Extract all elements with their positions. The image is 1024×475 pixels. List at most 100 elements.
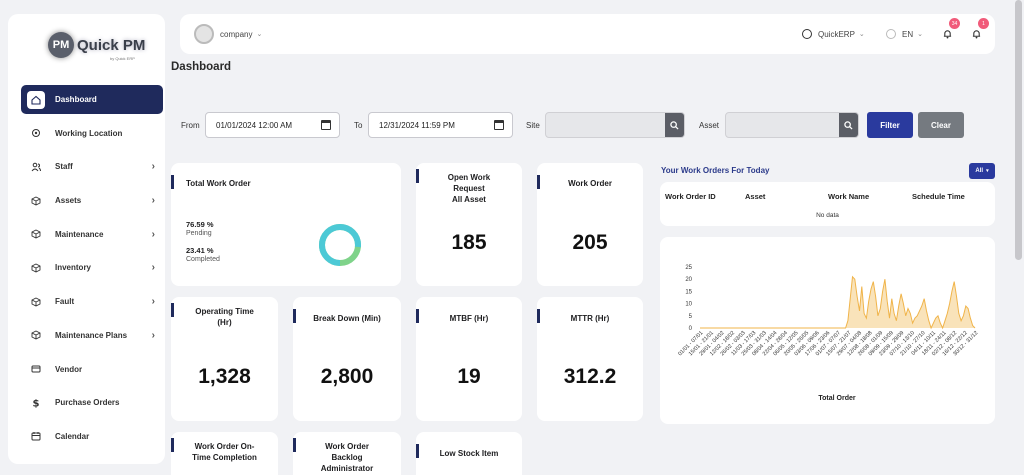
site-search-input[interactable] [545,112,685,138]
y-tick-label: 0 [689,326,693,332]
total-work-order-title: Total Work Order [186,179,251,188]
site-search-button[interactable] [665,113,684,137]
open-work-request-card: Open Work Request All Asset 185 [416,163,522,286]
operating-time-card: Operating Time (Hr) 1,328 [171,297,278,421]
sidebar-item-purchase-orders[interactable]: $ Purchase Orders [21,388,163,417]
home-icon [27,90,45,109]
chevron-down-icon: ⌄ [256,31,263,38]
asset-search-button[interactable] [839,113,858,137]
sidebar-item-fault[interactable]: Fault › [21,287,163,316]
clear-button[interactable]: Clear [918,112,964,138]
calendar-icon [494,120,504,130]
sidebar-item-label: Calendar [55,431,90,441]
page-scrollbar[interactable] [1015,0,1022,260]
logo-text: Quick PM [77,36,146,54]
chart-line-series [700,275,976,330]
title-line: Work Order On- [194,442,255,451]
low-stock-card: Low Stock Item [416,432,522,475]
y-tick-label: 25 [685,265,692,271]
asset-label: Asset [699,121,720,130]
sidebar-item-dashboard[interactable]: Dashboard [21,85,163,114]
alerts-button[interactable]: 1 [972,14,989,54]
erp-selector[interactable]: QuickERP ⌄ [802,14,865,54]
work-order-title: Work Order [568,179,612,188]
column-header: Asset [745,192,766,201]
cube-icon [29,295,43,309]
chevron-right-icon: › [151,195,155,207]
low-stock-title: Low Stock Item [439,449,499,458]
operating-time-title: Operating Time (Hr) [171,306,278,328]
sidebar-item-assets[interactable]: Assets › [21,186,163,215]
chevron-down-icon: ⌄ [858,31,865,38]
to-label: To [354,121,363,130]
title-line: All Asset [452,195,486,204]
notifications-button[interactable]: 34 [943,14,960,54]
chevron-down-icon: ⌄ [917,31,923,38]
cube-icon [29,261,43,275]
column-header: Work Name [828,192,870,201]
sidebar-nav: Dashboard Working Location Staff › Assets › Ma… [21,85,163,456]
company-selector[interactable]: company ⌄ [194,14,262,54]
chevron-down-icon: ▾ [986,168,989,174]
completed-percent: 23.41 % [186,246,214,255]
sidebar-item-label: Fault [55,297,75,307]
title-line: Time Completion [192,453,257,462]
erp-name: QuickERP [818,29,855,39]
to-date-input[interactable]: 12/31/2024 11:59 PM [368,112,513,138]
sidebar: PM Quick PM by Quick ERP Dashboard Workin… [8,14,165,464]
search-icon [844,120,853,130]
mttr-title: MTTR (Hr) [570,314,610,323]
sidebar-item-staff[interactable]: Staff › [21,152,163,181]
orders-filter-dropdown[interactable]: All ▾ [969,163,995,179]
breakdown-value: 2,800 [320,365,374,388]
globe-target-icon [802,29,812,39]
todays-orders-table: Work Order ID Asset Work Name Schedule T… [660,182,995,226]
target-icon [29,126,43,140]
mttr-value: 312.2 [563,365,617,388]
sidebar-item-label: Maintenance [55,229,104,239]
sidebar-item-vendor[interactable]: Vendor [21,355,163,384]
site-label: Site [526,121,540,130]
todays-orders-title: Your Work Orders For Today [661,166,770,175]
avatar [194,24,214,44]
y-tick-label: 15 [685,289,692,295]
chevron-right-icon: › [151,262,155,274]
app-logo[interactable]: PM Quick PM by Quick ERP [48,22,148,68]
total-order-chart-card: 0 5 10 15 20 25 01/01 - 07/01 15/01 - 21/01 29/… [660,237,995,424]
open-work-request-value: 185 [451,231,487,254]
card-accent-bar [171,175,174,189]
calendar-icon [29,429,43,443]
open-work-request-title: Open Work Request All Asset [416,172,522,205]
sidebar-item-maintenance-plans[interactable]: Maintenance Plans › [21,321,163,350]
sidebar-item-calendar[interactable]: Calendar [21,422,163,451]
top-bar: company ⌄ QuickERP ⌄ EN ⌄ 34 1 [180,14,995,54]
y-tick-label: 10 [685,302,692,308]
bell-icon [972,30,981,39]
sidebar-item-maintenance[interactable]: Maintenance › [21,220,163,249]
pending-percent: 76.59 % [186,220,214,229]
asset-search-input[interactable] [725,112,859,138]
sidebar-item-label: Vendor [55,364,83,374]
filter-button[interactable]: Filter [867,112,913,138]
orders-filter-value: All [975,168,984,174]
sidebar-item-working-location[interactable]: Working Location [21,119,163,148]
title-line: Operating Time [195,307,254,316]
sidebar-item-label: Dashboard [55,95,97,104]
language-selector[interactable]: EN ⌄ [886,14,923,54]
title-line: (Hr) [217,318,232,327]
sidebar-item-inventory[interactable]: Inventory › [21,253,163,282]
sidebar-item-label: Staff [55,162,73,172]
from-date-input[interactable]: 01/01/2024 12:00 AM [205,112,340,138]
sidebar-item-label: Assets [55,196,82,206]
title-line: Backlog [331,453,363,462]
chart-area-series [700,276,975,328]
globe-icon [886,29,896,39]
filter-bar: From 01/01/2024 12:00 AM To 12/31/2024 1… [170,104,995,146]
chart-x-axis-label: Total Order [818,395,855,402]
alert-badge: 1 [978,18,989,29]
empty-state-text: No data [816,212,839,219]
on-time-completion-title: Work Order On- Time Completion [171,441,278,463]
total-work-order-card: Total Work Order 76.59 % Pending 23.41 %… [171,163,401,286]
sidebar-item-label: Purchase Orders [55,398,120,408]
card-icon [29,362,43,376]
